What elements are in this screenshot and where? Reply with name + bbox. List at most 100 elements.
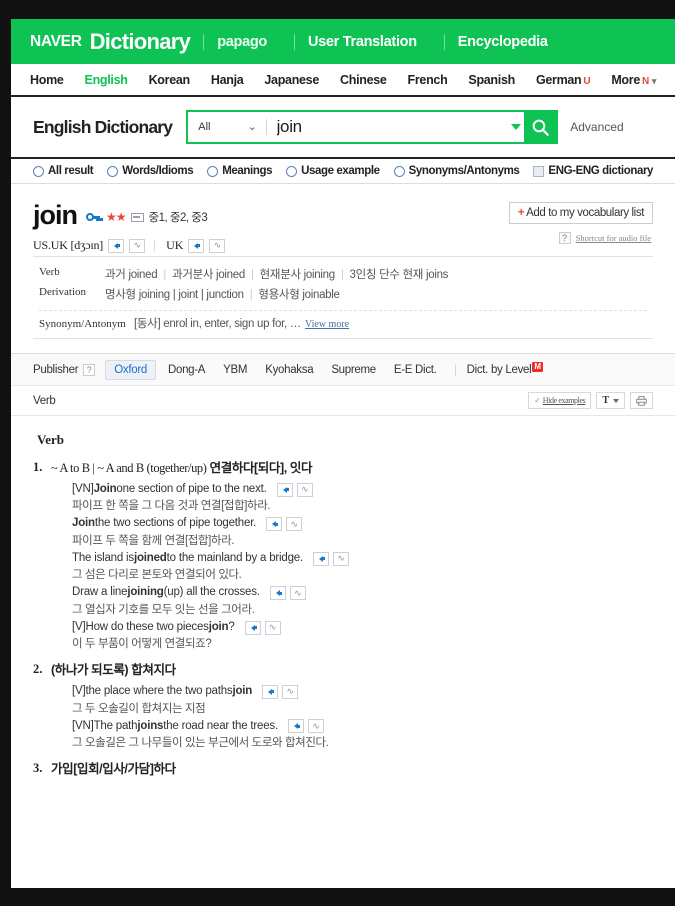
sense-item: 2. (하나가 되도록) 합쳐지다 [V] the place where th…	[33, 662, 653, 752]
example-pre: The path	[93, 719, 138, 732]
speaker-icon	[250, 624, 257, 631]
example-waveform-button[interactable]: ∿	[282, 684, 299, 699]
search-area: English Dictionary All ⌄ Ad	[11, 97, 675, 157]
example-waveform-button[interactable]: ∿	[307, 719, 324, 734]
example-waveform-button[interactable]: ∿	[264, 620, 281, 635]
example-waveform-button[interactable]: ∿	[286, 517, 303, 531]
example-english: [VN] The path joins the road near the tr…	[72, 718, 653, 735]
example-play-button[interactable]	[262, 684, 279, 699]
add-to-vocabulary-button[interactable]: + Add to my vocabulary list	[508, 202, 653, 224]
publisher-tab-supreme[interactable]: Supreme	[331, 364, 376, 376]
check-icon: ✓	[534, 396, 541, 405]
sense-definition: (하나가 되도록) 합쳐지다	[51, 662, 653, 679]
gnb-link-user-translation[interactable]: User Translation	[308, 34, 417, 50]
sense-korean: (하나가 되도록) 합쳐지다	[51, 663, 176, 678]
word-forms-key: Verb	[39, 266, 60, 278]
radio-meanings[interactable]: Meanings	[207, 165, 272, 177]
publisher-tab-ee-dict[interactable]: E-E Dict.	[394, 364, 437, 376]
sense-item: 1. ~ A to B | ~ A and B (together/up) 연결…	[33, 460, 653, 653]
nav-item-japanese[interactable]: Japanese	[264, 73, 319, 87]
derivation-value: 명사형 joining | joint | junction | 형용사형 join…	[105, 289, 340, 301]
search-button[interactable]	[524, 112, 557, 142]
headword-badges: ★★ 중1, 중2, 중3	[86, 209, 208, 225]
audio-play-button-us[interactable]	[108, 238, 125, 253]
nav-item-german[interactable]: German U	[536, 73, 591, 87]
audio-shortcut-row: ? Shortcut for audio file	[558, 232, 651, 244]
example-keyword: joined	[133, 551, 167, 564]
example-tag: [V]	[72, 620, 86, 633]
radio-words-idioms[interactable]: Words/Idioms	[107, 165, 194, 177]
example-item: [V] How do these two pieces join? ∿ 이 두 …	[72, 619, 653, 654]
example-waveform-button[interactable]: ∿	[296, 482, 313, 497]
publisher-divider	[454, 363, 456, 376]
nav-item-korean[interactable]: Korean	[149, 73, 191, 87]
publisher-tab-dong-a[interactable]: Dong-A	[168, 364, 206, 376]
nav-item-french[interactable]: French	[408, 73, 448, 87]
example-post: to the mainland by a bridge.	[166, 551, 304, 564]
page-title: English Dictionary	[33, 116, 173, 137]
example-play-button[interactable]	[266, 517, 283, 531]
pronunciation-uk-label: UK	[166, 238, 184, 252]
search-scope-select[interactable]: All ⌄	[188, 112, 266, 142]
radio-usage-example[interactable]: Usage example	[286, 165, 380, 177]
audio-shortcut-link[interactable]: Shortcut for audio file	[576, 233, 651, 243]
help-icon[interactable]: ?	[83, 363, 96, 376]
gnb-divider	[203, 33, 205, 50]
example-post: the two sections of pipe together.	[94, 517, 257, 530]
search-suggest-toggle[interactable]	[508, 112, 525, 142]
gnb-link-papago[interactable]: papago	[217, 34, 267, 50]
hide-examples-button[interactable]: ✓ Hide examples	[528, 392, 592, 409]
sense-number: 2.	[33, 662, 43, 677]
radio-synonyms-antonyms[interactable]: Synonyms/Antonyms	[393, 165, 520, 177]
language-nav: Home English Korean Hanja Japanese Chine…	[11, 64, 675, 97]
example-audio-controls: ∿	[262, 517, 303, 531]
gnb-link-encyclopedia[interactable]: Encyclopedia	[458, 34, 548, 50]
nav-item-home[interactable]: Home	[30, 73, 64, 87]
dictionary-logo[interactable]: Dictionary	[90, 29, 191, 55]
example-play-button[interactable]	[287, 719, 304, 734]
nav-item-english[interactable]: English	[85, 73, 128, 87]
sense-item: 3. 가입[입회/입사/가담]하다	[33, 761, 653, 778]
publisher-tab-kyohaksa[interactable]: Kyohaksa	[265, 364, 313, 376]
nav-item-more[interactable]: More N ▾	[611, 73, 656, 87]
font-size-button[interactable]: T	[596, 392, 625, 409]
checkbox-eng-eng-dictionary[interactable]: ENG-ENG dictionary	[533, 165, 653, 177]
print-button[interactable]	[630, 392, 653, 409]
example-waveform-button[interactable]: ∿	[332, 551, 349, 566]
audio-download-button-uk[interactable]: ∿	[209, 238, 226, 253]
example-keyword: joins	[137, 719, 164, 732]
audio-download-button-us[interactable]: ∿	[129, 238, 146, 253]
audio-play-button-uk[interactable]	[188, 238, 205, 253]
waveform-icon: ∿	[133, 240, 141, 250]
example-play-button[interactable]	[312, 551, 329, 566]
example-play-button[interactable]	[244, 620, 261, 635]
publisher-tab-dict-by-level[interactable]: Dict. by Level M	[467, 361, 543, 376]
nav-item-hanja[interactable]: Hanja	[211, 73, 244, 87]
pronunciation-us-uk-label: US.UK [dʒɔɪn]	[33, 238, 104, 252]
waveform-icon: ∿	[286, 686, 294, 697]
example-pre: the place where the two paths	[85, 685, 233, 698]
publisher-tab-ybm[interactable]: YBM	[223, 364, 247, 376]
example-keyword: Join	[72, 517, 95, 530]
example-play-button[interactable]	[276, 482, 293, 497]
view-more-link[interactable]: View more	[305, 319, 349, 330]
print-icon	[636, 395, 647, 406]
radio-all-result[interactable]: All result	[33, 165, 94, 177]
speaker-icon	[275, 590, 282, 596]
example-item: The island is joined to the mainland by …	[72, 550, 653, 585]
nav-item-chinese[interactable]: Chinese	[340, 73, 387, 87]
search-input[interactable]	[266, 112, 508, 142]
example-audio-controls: ∿	[284, 719, 324, 734]
help-icon[interactable]: ?	[558, 232, 571, 244]
nav-item-spanish[interactable]: Spanish	[468, 73, 515, 87]
naver-logo[interactable]: NAVER	[30, 33, 82, 51]
example-waveform-button[interactable]: ∿	[289, 586, 306, 600]
example-pre: Draw a line	[72, 586, 128, 599]
example-play-button[interactable]	[269, 586, 286, 600]
advanced-search-link[interactable]: Advanced	[570, 120, 623, 134]
derivation-noun: 명사형 joining | joint | junction	[105, 289, 244, 301]
example-item: Draw a line joining (up) all the crosses…	[72, 584, 653, 619]
speaker-icon	[318, 555, 325, 562]
waveform-icon: ∿	[337, 553, 345, 563]
publisher-tab-oxford[interactable]: Oxford	[105, 359, 156, 380]
